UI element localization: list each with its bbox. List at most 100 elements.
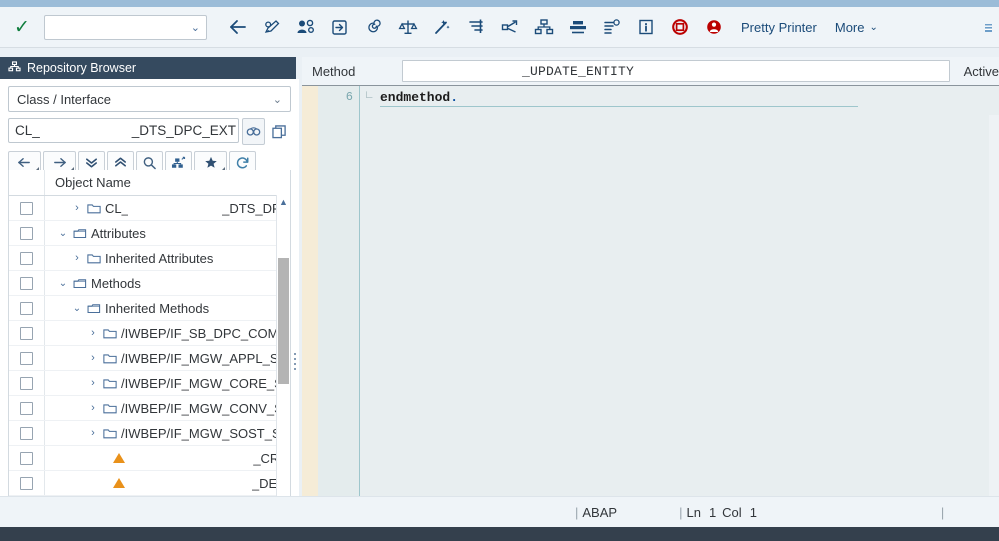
scroll-up-icon[interactable]: ▲ [277,195,290,209]
table-row[interactable]: _DELI [9,471,290,496]
user-badge-icon[interactable] [697,12,731,42]
row-checkbox[interactable] [20,351,33,365]
panel-splitter[interactable] [293,347,297,375]
edit-pencil-icon[interactable] [255,12,289,42]
more-menu-button[interactable]: More ⌄ [827,20,886,35]
insert-row-icon[interactable] [561,12,595,42]
hierarchy-icon[interactable] [527,12,561,42]
chevron-down-icon: ⌄ [869,21,878,33]
status-divider: | [575,504,579,520]
row-checkbox[interactable] [20,476,33,490]
status-col-label: Col [722,504,742,520]
table-row[interactable]: ⌄ Inherited Methods [9,296,290,321]
table-row[interactable]: › /IWBEP/IF_MGW_APPL_SF [9,346,290,371]
status-divider: | [940,504,945,520]
row-checkbox[interactable] [20,376,33,390]
where-used-icon[interactable] [289,12,323,42]
compare-scales-icon[interactable] [391,12,425,42]
row-label: Inherited Methods [105,300,210,316]
row-label: Attributes [91,225,146,241]
toolbar-overflow-icon[interactable] [985,7,999,48]
chevron-right-icon[interactable]: › [87,352,99,364]
editor-vertical-scrollbar[interactable] [989,115,999,497]
enter-object-icon[interactable] [323,12,357,42]
stop-sign-icon[interactable] [663,12,697,42]
command-field[interactable]: ⌄ [44,14,207,40]
row-label: /IWBEP/IF_SB_DPC_COMI [121,325,283,341]
vertical-scroll-thumb[interactable] [278,258,289,384]
line-number: 6 [345,90,353,104]
table-row[interactable]: _CRE [9,446,290,471]
status-line-value: 1 [708,504,717,520]
row-checkbox[interactable] [20,201,33,215]
table-row[interactable]: ⌄ Attributes [9,221,290,246]
row-label: /IWBEP/IF_MGW_SOST_SI [121,425,285,441]
line-number-gutter: 6 [318,86,360,497]
table-row[interactable]: › /IWBEP/IF_SB_DPC_COMI [9,321,290,346]
filter-flag-icon[interactable] [459,12,493,42]
back-arrow-icon[interactable] [221,12,255,42]
object-type-select[interactable]: Class / Interface ⌄ [8,86,291,112]
node-icon [87,302,101,314]
tree-vertical-scrollbar[interactable]: ▲ ▼ [276,195,290,523]
fold-marker-icon[interactable]: ∟ [366,90,380,103]
row-label: CL_ [105,200,129,216]
magic-wand-icon[interactable] [425,12,459,42]
check-icon[interactable]: ✓ [12,18,32,37]
list-settings-icon[interactable] [595,12,629,42]
spiral-trace-icon[interactable] [357,12,391,42]
info-box-icon[interactable] [629,12,663,42]
row-checkbox[interactable] [20,226,33,240]
method-triangle-icon [113,478,125,488]
table-row[interactable]: › /IWBEP/IF_MGW_CORE_S [9,371,290,396]
code-editor-panel: Method _UPDATE_ENTITY Active 6 ∟ endmeth… [302,57,999,497]
status-bar: | ABAP | Ln 1 Col 1 | [0,496,999,527]
row-checkbox[interactable] [20,276,33,290]
row-label-cell: › /IWBEP/IF_MGW_SOST_SI [45,426,290,441]
method-name-field[interactable]: _UPDATE_ENTITY [402,60,950,82]
object-name-suffix: A [236,123,238,138]
folder-icon [103,352,117,364]
row-checkbox[interactable] [20,426,33,440]
chevron-right-icon[interactable]: › [87,327,99,339]
row-checkbox[interactable] [20,301,33,315]
method-triangle-icon [113,453,125,463]
chevron-right-icon[interactable]: › [87,402,99,414]
chevron-right-icon[interactable]: › [71,202,83,214]
chevron-right-icon[interactable]: › [71,252,83,264]
table-row[interactable]: ⌄ Methods [9,271,290,296]
row-checkbox[interactable] [20,326,33,340]
object-name-input[interactable]: CL_ _DTS_DPC_EXT A [8,118,239,143]
window-top-strip [0,0,999,7]
row-checkbox[interactable] [20,451,33,465]
column-header-object-name: Object Name [55,175,131,190]
row-checkbox-cell [9,371,45,395]
hierarchy-icon [8,60,21,76]
search-help-icon[interactable] [242,118,265,145]
row-checkbox-cell [9,246,45,270]
code-text-area[interactable]: ∟ endmethod. [360,86,999,497]
row-checkbox-cell [9,446,45,470]
chevron-down-icon[interactable]: ⌄ [57,278,69,289]
pretty-printer-button[interactable]: Pretty Printer [731,20,827,35]
copy-window-icon[interactable] [268,118,291,145]
more-menu-label: More [834,19,865,35]
table-row[interactable]: › /IWBEP/IF_MGW_SOST_SI [9,421,290,446]
row-checkbox[interactable] [20,401,33,415]
table-row[interactable]: › Inherited Attributes [9,246,290,271]
chevron-right-icon[interactable]: › [87,377,99,389]
chevron-down-icon[interactable]: ⌄ [71,303,83,314]
method-bar: Method _UPDATE_ENTITY Active [302,57,999,86]
chevron-right-icon[interactable]: › [87,427,99,439]
object-name-middle: _DTS_DPC_EXT [131,123,237,138]
row-checkbox[interactable] [20,251,33,265]
row-checkbox-cell [9,321,45,345]
chevron-down-icon[interactable]: ⌄ [57,228,69,239]
table-row[interactable]: › /IWBEP/IF_MGW_CONV_S [9,396,290,421]
row-label: /IWBEP/IF_MGW_CORE_S [121,375,283,391]
row-label-cell: › /IWBEP/IF_MGW_CONV_S [45,401,290,416]
status-language: ABAP [582,504,618,520]
share-node-icon[interactable] [493,12,527,42]
table-row[interactable]: › CL_ _DTS_DPC [9,196,290,221]
row-label-cell: ⌄ Attributes [45,226,290,241]
